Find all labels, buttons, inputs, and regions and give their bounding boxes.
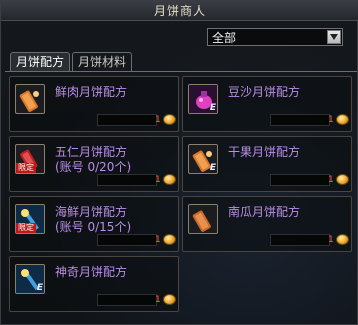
- price-field: [270, 174, 330, 186]
- shop-item-card[interactable]: 南瓜月饼配方 1: [182, 196, 352, 252]
- gold-coin-icon: [163, 174, 176, 185]
- gold-coin-icon: [163, 294, 176, 305]
- tab-recipes[interactable]: 月饼配方: [10, 52, 71, 71]
- merchant-window: 月饼商人 全部 月饼配方 月饼材料 鲜肉月饼配方 1 E 豆沙月饼配方 1 限定…: [0, 0, 358, 325]
- item-name: 神奇月饼配方: [55, 265, 128, 279]
- category-filter-dropdown[interactable]: 全部: [207, 28, 343, 46]
- gold-coin-icon: [336, 174, 349, 185]
- item-price: 1: [328, 115, 334, 125]
- title-bar[interactable]: 月饼商人: [1, 1, 358, 21]
- item-price: 1: [155, 235, 161, 245]
- e-grade-badge: E: [209, 103, 216, 113]
- window-title: 月饼商人: [153, 4, 206, 18]
- tab-materials[interactable]: 月饼材料: [72, 52, 133, 71]
- limited-badge: 限定: [16, 163, 36, 173]
- orange-scroll-icon: [188, 204, 218, 234]
- gold-coin-icon: [336, 234, 349, 245]
- item-price: 1: [328, 175, 334, 185]
- item-name: 海鲜月饼配方: [55, 205, 128, 219]
- price-field: [97, 114, 157, 126]
- item-price: 1: [155, 295, 161, 305]
- item-name: 鲜肉月饼配方: [55, 85, 128, 99]
- shop-item-card[interactable]: 限定 五仁月饼配方 (账号 0/20个) 1: [9, 136, 179, 192]
- e-grade-badge: E: [36, 283, 43, 293]
- item-list-panel: 鲜肉月饼配方 1 E 豆沙月饼配方 1 限定 五仁月饼配方 (账号 0/20个)…: [5, 71, 357, 324]
- orange-scroll-icon: E: [188, 144, 218, 174]
- shop-item-card[interactable]: E 神奇月饼配方 1: [9, 256, 179, 312]
- item-name: 五仁月饼配方: [55, 145, 128, 159]
- tab-bar: 月饼配方 月饼材料: [10, 52, 134, 71]
- blue-wand-icon: 限定: [15, 204, 45, 234]
- item-limit-text: (账号 0/15个): [55, 220, 132, 234]
- gold-coin-icon: [163, 114, 176, 125]
- item-name: 豆沙月饼配方: [228, 85, 301, 99]
- red-scroll-icon: 限定: [15, 144, 45, 174]
- gold-coin-icon: [336, 114, 349, 125]
- item-limit-text: (账号 0/20个): [55, 160, 132, 174]
- pink-potion-icon: E: [188, 84, 218, 114]
- limited-badge: 限定: [16, 223, 36, 233]
- blue-wand-icon: E: [15, 264, 45, 294]
- shop-item-card[interactable]: 鲜肉月饼配方 1: [9, 76, 179, 132]
- item-price: 1: [155, 115, 161, 125]
- category-filter-value: 全部: [212, 30, 237, 45]
- price-field: [97, 234, 157, 246]
- item-name: 干果月饼配方: [228, 145, 301, 159]
- price-field: [270, 234, 330, 246]
- item-price: 1: [155, 175, 161, 185]
- price-field: [97, 174, 157, 186]
- chevron-down-icon[interactable]: [327, 30, 341, 44]
- price-field: [97, 294, 157, 306]
- shop-item-card[interactable]: E 干果月饼配方 1: [182, 136, 352, 192]
- orange-scroll-icon: [15, 84, 45, 114]
- shop-item-card[interactable]: E 豆沙月饼配方 1: [182, 76, 352, 132]
- gold-coin-icon: [163, 234, 176, 245]
- e-grade-badge: E: [209, 163, 216, 173]
- item-name: 南瓜月饼配方: [228, 205, 301, 219]
- price-field: [270, 114, 330, 126]
- shop-item-card[interactable]: 限定 海鲜月饼配方 (账号 0/15个) 1: [9, 196, 179, 252]
- item-price: 1: [328, 235, 334, 245]
